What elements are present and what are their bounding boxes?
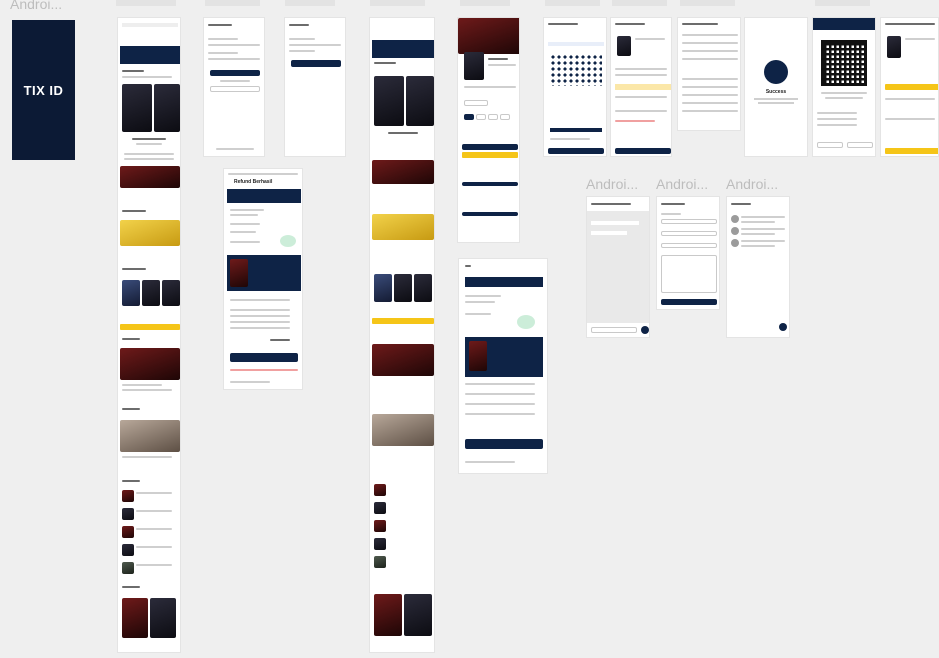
- news-image[interactable]: [372, 344, 434, 376]
- frame-label-placeholder: [370, 0, 425, 6]
- news-image[interactable]: [120, 420, 180, 452]
- login-frame[interactable]: [203, 17, 265, 157]
- refund-stamp: [280, 235, 296, 247]
- login-button[interactable]: [210, 70, 260, 76]
- frame-label-placeholder: [205, 0, 260, 6]
- refund-frame[interactable]: Refund Berhasil: [223, 168, 303, 390]
- frame-label-placeholder: [815, 0, 870, 6]
- submit-button[interactable]: [291, 60, 341, 67]
- frame-label: Androi...: [586, 176, 639, 192]
- form-frame[interactable]: [656, 196, 720, 310]
- seat-frame[interactable]: [543, 17, 607, 157]
- design-canvas: Androi... TIX ID Refund Berhasil Success…: [0, 0, 939, 658]
- home-frame-2[interactable]: [369, 17, 435, 653]
- promo-image[interactable]: [372, 214, 434, 240]
- home-button[interactable]: [230, 353, 298, 362]
- qr-code: [821, 40, 867, 86]
- ticket-detail-frame[interactable]: [880, 17, 939, 157]
- detail-poster: [464, 52, 484, 80]
- yellow-strip: [372, 318, 434, 324]
- order-frame[interactable]: [610, 17, 672, 157]
- send-form-button[interactable]: [661, 299, 717, 305]
- frame-label-placeholder: [680, 0, 735, 6]
- yellow-strip: [120, 324, 180, 330]
- frame-label-placeholder: [116, 0, 176, 6]
- backdrop-image: [458, 18, 519, 54]
- frame-label-placeholder: [460, 0, 510, 6]
- chat-frame[interactable]: [586, 196, 650, 338]
- frame-label-placeholder: [612, 0, 667, 6]
- ticket-poster: [230, 259, 248, 287]
- inbox-frame[interactable]: [726, 196, 790, 338]
- movie-poster[interactable]: [122, 598, 148, 638]
- promo-image[interactable]: [120, 220, 180, 246]
- movie-poster[interactable]: [122, 280, 140, 306]
- message-textarea[interactable]: [661, 255, 717, 293]
- promo-image[interactable]: [120, 166, 180, 188]
- success-icon: [764, 60, 788, 84]
- status-bar: [122, 23, 178, 27]
- movie-detail-frame[interactable]: [457, 17, 520, 243]
- promo-banner[interactable]: [120, 46, 180, 64]
- news-image[interactable]: [120, 348, 180, 380]
- confirm-button[interactable]: [548, 148, 604, 154]
- seat-grid[interactable]: [550, 54, 602, 86]
- frame-label: Androi...: [726, 176, 779, 192]
- refund-title: Refund Berhasil: [234, 179, 273, 185]
- movie-poster[interactable]: [154, 84, 180, 132]
- movie-poster[interactable]: [150, 598, 176, 638]
- buy-button[interactable]: [462, 152, 518, 158]
- refund-header: [227, 189, 301, 203]
- news-image[interactable]: [372, 414, 434, 446]
- movie-poster[interactable]: [142, 280, 160, 306]
- refund-frame-2[interactable]: [458, 258, 548, 474]
- register-button[interactable]: [210, 86, 260, 92]
- eticket-header: [813, 18, 875, 30]
- frame-label: Androi...: [656, 176, 709, 192]
- movie-poster[interactable]: [122, 84, 152, 132]
- promo-image[interactable]: [372, 160, 434, 184]
- success-title: Success: [765, 89, 787, 95]
- promo-banner[interactable]: [372, 40, 434, 58]
- eticket-frame[interactable]: [812, 17, 876, 157]
- movie-poster[interactable]: [162, 280, 180, 306]
- home-frame[interactable]: [117, 17, 181, 653]
- home-button[interactable]: [465, 439, 543, 449]
- splash-frame[interactable]: TIX ID: [12, 20, 75, 160]
- frame-label-placeholder: [545, 0, 600, 6]
- chat-input[interactable]: [591, 327, 637, 333]
- frame-label-placeholder: [285, 0, 335, 6]
- payment-frame[interactable]: [677, 17, 741, 131]
- movie-poster[interactable]: [374, 76, 404, 126]
- tixid-logo: TIX ID: [23, 82, 64, 98]
- register-frame[interactable]: [284, 17, 346, 157]
- frame-label-top: Androi...: [10, 0, 63, 12]
- movie-poster[interactable]: [406, 76, 434, 126]
- send-button[interactable]: [641, 326, 649, 334]
- compose-fab[interactable]: [779, 323, 787, 331]
- success-frame[interactable]: Success: [744, 17, 808, 157]
